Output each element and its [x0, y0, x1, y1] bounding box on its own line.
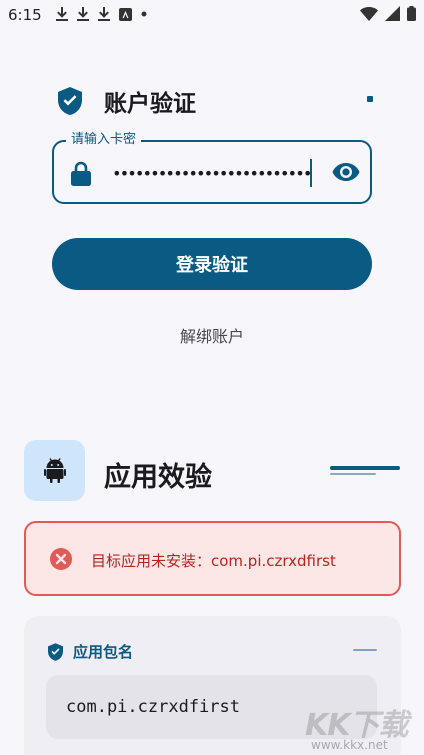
signal-icon	[385, 6, 400, 21]
unbind-account-link[interactable]: 解绑账户	[0, 323, 424, 347]
android-icon	[43, 458, 66, 483]
app-badge-icon	[119, 7, 132, 21]
error-x-icon	[50, 548, 72, 570]
decoration-line	[330, 473, 376, 475]
verified-shield-icon	[58, 87, 82, 115]
visibility-eye-icon[interactable]	[332, 162, 360, 182]
password-field[interactable]: 请输入卡密	[52, 131, 372, 204]
account-header: 账户验证	[58, 84, 196, 118]
lock-icon	[71, 161, 91, 186]
verified-shield-icon	[48, 642, 63, 661]
download-icon	[98, 7, 110, 21]
status-bar: 6:15	[0, 0, 424, 30]
download-icon	[77, 7, 89, 21]
app-check-title: 应用效验	[104, 462, 212, 493]
battery-icon	[407, 6, 416, 21]
account-title: 账户验证	[104, 91, 196, 117]
wifi-icon	[360, 7, 378, 21]
package-name-value: com.pi.czrxdfirst	[66, 697, 240, 717]
status-time: 6:15	[8, 6, 42, 24]
login-verify-button[interactable]: 登录验证	[52, 238, 372, 290]
download-icon	[56, 7, 68, 21]
text-caret	[310, 159, 312, 187]
android-icon-box	[24, 440, 85, 501]
package-header[interactable]: 应用包名	[48, 641, 133, 662]
notification-icons	[56, 7, 147, 21]
watermark-sub: www.kkx.net	[311, 738, 388, 752]
watermark-logo: KK下载 www.kkx.net	[305, 700, 424, 755]
decoration-line	[330, 466, 400, 470]
password-label: 请输入卡密	[66, 131, 142, 149]
error-card: 目标应用未安装：com.pi.czrxdfirst	[24, 521, 401, 596]
decoration-dot	[367, 96, 373, 102]
dot-icon	[141, 11, 147, 17]
system-icons	[360, 6, 416, 21]
password-input[interactable]	[112, 158, 312, 188]
collapse-icon[interactable]	[353, 649, 377, 651]
error-message: 目标应用未安装：com.pi.czrxdfirst	[91, 552, 336, 570]
package-section-title: 应用包名	[73, 643, 134, 661]
